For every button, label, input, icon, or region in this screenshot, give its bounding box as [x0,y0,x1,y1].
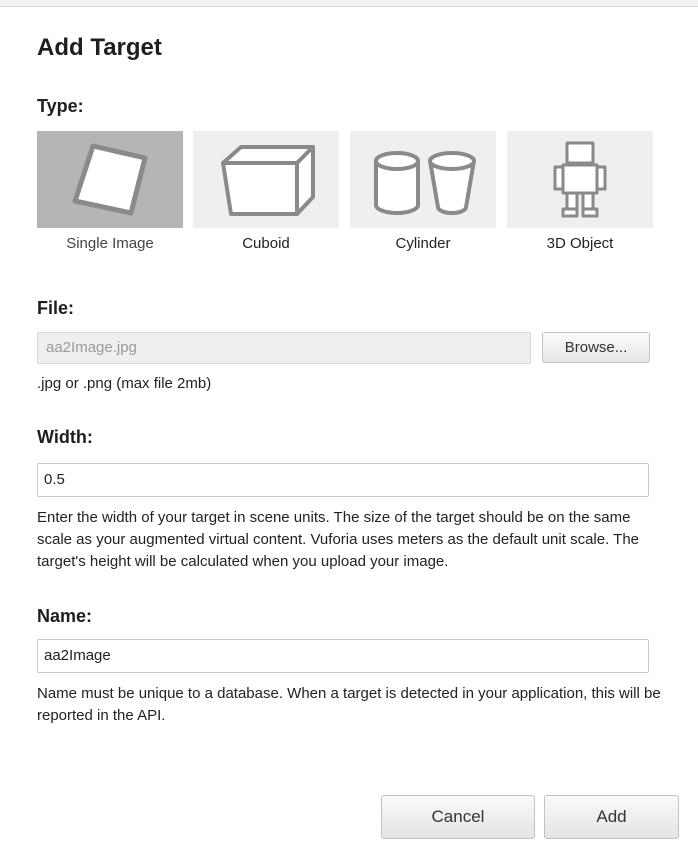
file-label: File: [37,298,75,318]
type-option-label: Cylinder [395,235,451,252]
robot-3d-object-icon [553,141,607,218]
type-option-label: Cuboid [242,235,290,252]
file-path-field[interactable]: aa2Image.jpg [37,332,531,364]
name-input[interactable]: aa2Image [37,639,649,673]
type-tile [37,131,183,228]
width-label: Width: [37,427,93,447]
cuboid-icon [221,145,315,216]
type-option-3d-object[interactable]: 3D Object [507,131,653,259]
type-tile [193,131,339,228]
window-top-border [0,0,698,7]
type-option-cuboid[interactable]: Cuboid [193,131,339,259]
type-option-cylinder[interactable]: Cylinder [350,131,496,259]
add-button[interactable]: Add [544,795,679,839]
browse-button[interactable]: Browse... [542,332,650,363]
width-help-text: Enter the width of your target in scene … [37,509,639,570]
type-selector: Single Image Cuboid Cylinder 3D Object [37,131,653,259]
type-label: Type: [37,96,84,116]
type-option-single-image[interactable]: Single Image [37,131,183,259]
file-hint: .jpg or .png (max file 2mb) [37,375,212,392]
single-image-icon [72,143,148,216]
type-tile [350,131,496,228]
name-label: Name: [37,606,93,626]
type-tile [507,131,653,228]
cylinder-icon [374,151,476,215]
type-option-label: 3D Object [546,235,614,252]
dialog-title: Add Target [37,34,162,61]
name-help-text: Name must be unique to a database. When … [37,685,661,724]
cancel-button[interactable]: Cancel [381,795,535,839]
width-input[interactable]: 0.5 [37,463,649,497]
type-option-label: Single Image [66,235,154,252]
